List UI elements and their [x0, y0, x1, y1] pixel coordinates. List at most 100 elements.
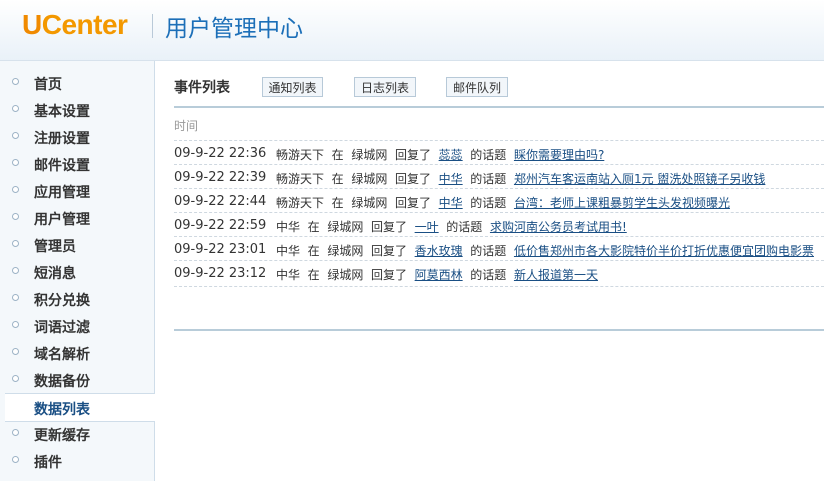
event-topic-link[interactable]: 台湾：老师上课粗暴剪学生头发视频曝光: [514, 196, 730, 210]
sidebar-item-label: 数据备份: [34, 374, 90, 390]
bullet-icon: [12, 294, 19, 301]
event-topic-link[interactable]: 郑州汽车客运南站入厕1元 盥洗处照镜子另收钱: [514, 172, 765, 186]
sidebar-item[interactable]: 数据备份: [0, 366, 154, 393]
bullet-icon: [12, 267, 19, 274]
event-user: 中华: [276, 220, 301, 234]
event-topic-word: 的话题: [470, 244, 507, 258]
page-title: 事件列表: [174, 80, 230, 96]
event-site: 绿城网: [351, 196, 388, 210]
header-separator: [152, 14, 153, 38]
sidebar-item[interactable]: 应用管理: [0, 177, 154, 204]
event-time: 09-9-22 22:39: [174, 170, 267, 185]
bullet-icon: [12, 240, 19, 247]
header: UCenter 用户管理中心: [0, 0, 824, 61]
event-in: 在: [307, 244, 320, 258]
sidebar-item-label: 应用管理: [34, 185, 90, 201]
sidebar-item[interactable]: 积分兑换: [0, 285, 154, 312]
event-topic-word: 的话题: [446, 220, 483, 234]
table-row: 09-9-22 22:39 畅游天下 在 绿城网 回复了 中华 的话题 郑州汽车客…: [174, 164, 824, 188]
sidebar-item[interactable]: 短消息: [0, 258, 154, 285]
ucenter-logo[interactable]: UCenter: [22, 9, 128, 41]
table-row: 09-9-22 22:59 中华 在 绿城网 回复了 一叶 的话题 求购河南公务员…: [174, 212, 824, 236]
event-action: 回复了: [370, 244, 407, 258]
divider: [174, 106, 824, 108]
table-row: 09-9-22 22:44 畅游天下 在 绿城网 回复了 中华 的话题 台湾：老师…: [174, 188, 824, 212]
event-topic-link[interactable]: 新人报道第一天: [514, 268, 598, 282]
sidebar-item[interactable]: 更新缓存: [0, 420, 154, 447]
bullet-icon: [12, 348, 19, 355]
sidebar-item[interactable]: 插件: [0, 447, 154, 474]
event-topic-word: 的话题: [470, 268, 507, 282]
event-target-user-link[interactable]: 香水玫瑰: [415, 244, 463, 258]
sidebar-item-label: 积分兑换: [34, 293, 90, 309]
column-header-time: 时间: [174, 119, 199, 133]
event-in: 在: [331, 148, 344, 162]
event-in: 在: [331, 196, 344, 210]
sidebar-item[interactable]: 邮件设置: [0, 150, 154, 177]
event-description: 畅游天下 在 绿城网 回复了 中华 的话题 郑州汽车客运南站入厕1元 盥洗处照镜…: [276, 170, 765, 187]
event-target-user-link[interactable]: 阿莫西林: [415, 268, 463, 282]
sidebar-item[interactable]: 管理员: [0, 231, 154, 258]
logo-u: U: [22, 9, 42, 40]
event-topic-link[interactable]: 求购河南公务员考试用书!: [490, 220, 627, 234]
app-title: 用户管理中心: [165, 16, 303, 42]
event-user: 中华: [276, 244, 301, 258]
sidebar: 首页基本设置 注册设置邮件设置应用管理用户管理管理员 短消息积分兑换词语过滤域名解析…: [0, 61, 155, 481]
bullet-icon: [12, 78, 19, 85]
event-user: 畅游天下: [276, 172, 325, 186]
sidebar-item[interactable]: 域名解析: [0, 339, 154, 366]
sidebar-item-label: 用户管理: [34, 212, 90, 228]
table-row: 09-9-22 23:12 中华 在 绿城网 回复了 阿莫西林 的话题 新人报道第…: [174, 260, 824, 284]
sidebar-item[interactable]: 首页: [0, 69, 154, 96]
event-description: 中华 在 绿城网 回复了 香水玫瑰 的话题 低价售郑州市各大影院特价半价打折优惠…: [276, 242, 814, 259]
event-description: 中华 在 绿城网 回复了 阿莫西林 的话题 新人报道第一天: [276, 266, 598, 283]
event-user: 中华: [276, 268, 301, 282]
event-description: 畅游天下 在 绿城网 回复了 中华 的话题 台湾：老师上课粗暴剪学生头发视频曝光: [276, 194, 730, 211]
event-user: 畅游天下: [276, 148, 325, 162]
event-target-user-link[interactable]: 一叶: [415, 220, 439, 234]
event-action: 回复了: [394, 172, 431, 186]
event-topic-link[interactable]: 低价售郑州市各大影院特价半价打折优惠便宜团购电影票: [514, 244, 814, 258]
event-action: 回复了: [370, 220, 407, 234]
sidebar-item-label: 域名解析: [34, 347, 90, 363]
event-action: 回复了: [394, 148, 431, 162]
event-site: 绿城网: [327, 220, 364, 234]
event-topic-link[interactable]: 睬你需要理由吗?: [514, 148, 604, 162]
event-time: 09-9-22 23:01: [174, 242, 267, 257]
event-time: 09-9-22 22:59: [174, 218, 267, 233]
bullet-icon: [12, 456, 19, 463]
event-target-user-link[interactable]: 蕊蕊: [439, 148, 463, 162]
event-target-user-link[interactable]: 中华: [439, 196, 463, 210]
divider: [174, 329, 824, 331]
event-site: 绿城网: [327, 244, 364, 258]
event-action: 回复了: [370, 268, 407, 282]
tab-log-list[interactable]: 日志列表: [354, 77, 416, 97]
event-description: 中华 在 绿城网 回复了 一叶 的话题 求购河南公务员考试用书!: [276, 218, 627, 235]
event-topic-word: 的话题: [470, 172, 507, 186]
sidebar-item-label: 数据列表: [34, 402, 90, 418]
sidebar-item-label: 更新缓存: [34, 428, 90, 444]
event-target-user-link[interactable]: 中华: [439, 172, 463, 186]
sidebar-item[interactable]: 词语过滤: [0, 312, 154, 339]
tab-notice-list[interactable]: 通知列表: [262, 77, 323, 97]
event-in: 在: [307, 220, 320, 234]
sidebar-item-label: 邮件设置: [34, 158, 90, 174]
sidebar-item-label: 首页: [34, 77, 62, 93]
sidebar-item[interactable]: 注册设置: [0, 123, 154, 150]
table-row: 09-9-22 22:36 畅游天下 在 绿城网 回复了 蕊蕊 的话题 睬你需要理…: [174, 140, 824, 164]
sidebar-item[interactable]: 数据列表: [5, 393, 155, 422]
bullet-icon: [12, 213, 19, 220]
bullet-icon: [12, 105, 19, 112]
event-time: 09-9-22 22:36: [174, 146, 267, 161]
tab-mail-queue[interactable]: 邮件队列: [446, 77, 508, 97]
bullet-icon: [12, 321, 19, 328]
bullet-icon: [12, 429, 19, 436]
event-topic-word: 的话题: [470, 196, 507, 210]
sidebar-item[interactable]: 用户管理: [0, 204, 154, 231]
event-site: 绿城网: [327, 268, 364, 282]
sidebar-item-label: 插件: [34, 455, 62, 471]
sidebar-item[interactable]: 基本设置: [0, 96, 154, 123]
divider: [174, 286, 824, 287]
event-in: 在: [307, 268, 320, 282]
bullet-icon: [12, 159, 19, 166]
